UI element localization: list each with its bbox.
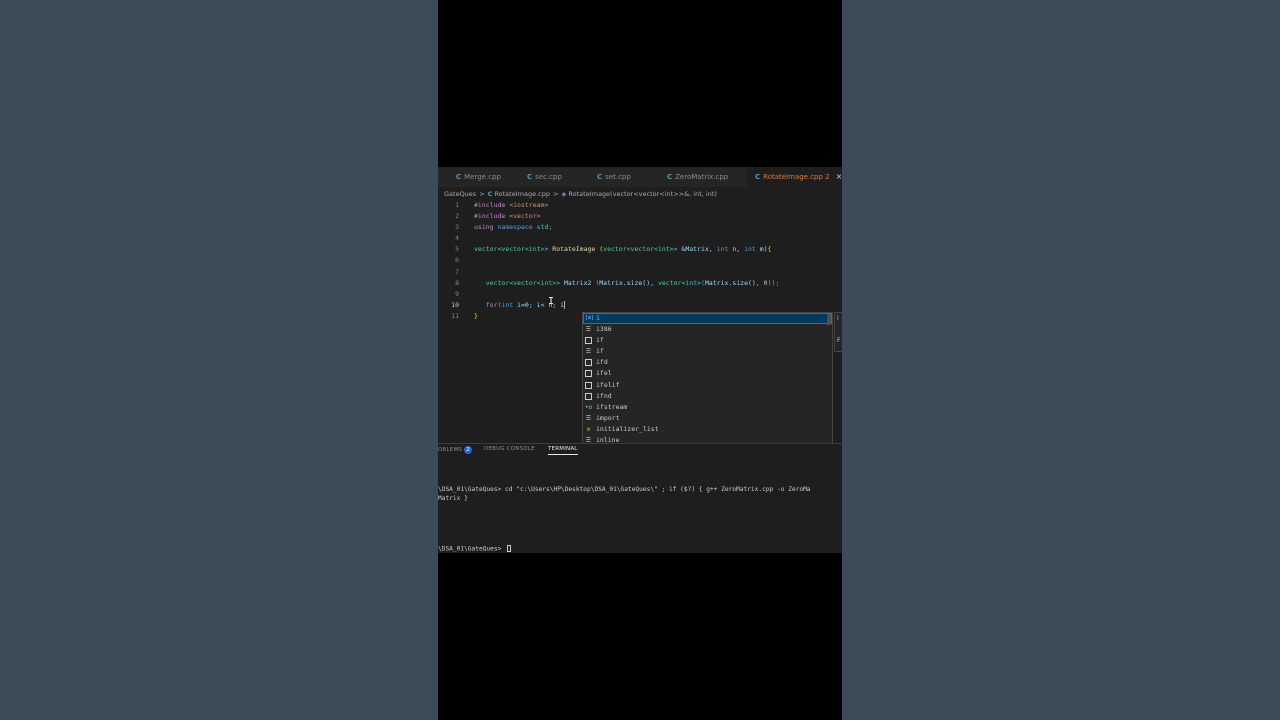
suggestion-item[interactable]: if	[583, 335, 832, 346]
suggestion-item[interactable]: ifd	[583, 357, 832, 368]
suggestion-item[interactable]: ⚙ initializer_list	[583, 424, 832, 435]
module-icon: •o	[585, 403, 593, 411]
chevron-right-icon: >	[552, 190, 559, 198]
code-line: 2 #include <vector>	[455, 212, 541, 221]
vscode-editor: C Merge.cpp Csec.cpp Cset.cpp C ZeroMatrix…	[438, 167, 842, 553]
cpp-file-icon: C	[597, 173, 603, 181]
cpp-file-icon: C	[667, 173, 673, 181]
suggestion-item[interactable]: ☰ import	[583, 413, 832, 424]
autocomplete-widget: [ø] i ☰ i386 if ☰ if ifd ifel ifelif ifnd •…	[582, 312, 833, 445]
bottom-panel: OBLEMS 2 DEBUG CONSOLE TERMINAL \DSA_01\G…	[438, 443, 842, 553]
panel-tabs: OBLEMS 2 DEBUG CONSOLE TERMINAL	[438, 444, 842, 458]
suggestion-details-panel: i F	[834, 312, 842, 352]
text-cursor	[564, 300, 566, 309]
tab-merge-cpp[interactable]: C Merge.cpp	[456, 167, 501, 187]
breadcrumb-file[interactable]: RotateImage.cpp	[494, 190, 550, 198]
cpp-file-icon: C	[527, 173, 533, 181]
variable-icon: [ø]	[585, 315, 595, 321]
class-icon: ⚙	[586, 425, 591, 433]
details-glyph: i	[837, 315, 839, 322]
suggestion-item[interactable]: ifel	[583, 368, 832, 379]
code-area[interactable]: 1 #include <iostream> 2 #include <vector> …	[438, 200, 842, 322]
snippet-icon	[585, 359, 592, 367]
video-frame: C Merge.cpp Csec.cpp Cset.cpp C ZeroMatrix…	[438, 0, 842, 720]
close-icon[interactable]: ×	[836, 172, 842, 181]
code-line: 4	[455, 234, 459, 243]
suggestion-item[interactable]: ☰ if	[583, 346, 832, 357]
tab-debug-console[interactable]: DEBUG CONSOLE	[484, 446, 535, 452]
tab-problems[interactable]: OBLEMS 2	[438, 446, 473, 454]
code-line: 3 using namespace std;	[455, 223, 553, 232]
details-glyph: F	[837, 337, 841, 344]
keyword-icon: ☰	[585, 414, 592, 422]
code-line: 8 vector<vector<int>> Matrix2 (Matrix.si…	[455, 278, 780, 287]
method-cube-icon: ◈	[561, 190, 567, 198]
tab-zeromatrix-cpp[interactable]: C ZeroMatrix.cpp	[667, 167, 728, 187]
snippet-icon	[585, 381, 592, 389]
breadcrumb-symbol[interactable]: RotateImage(vector<vector<int>>&, int, i…	[568, 190, 716, 198]
tab-sec-cpp[interactable]: Csec.cpp	[527, 167, 562, 187]
keyword-icon: ☰	[585, 326, 592, 334]
code-line: 1 #include <iostream>	[455, 201, 549, 209]
chevron-right-icon: >	[479, 190, 485, 198]
suggestion-item[interactable]: •o ifstream	[583, 402, 832, 413]
tab-set-cpp[interactable]: Cset.cpp	[597, 167, 631, 187]
breadcrumb-folder[interactable]: GateQues	[444, 190, 476, 198]
tab-rotateimage-cpp[interactable]: C RotateImage.cpp 2 ×	[747, 167, 842, 187]
snippet-icon	[585, 370, 592, 378]
terminal-line: Matrix }	[438, 495, 468, 502]
suggestion-item-selected[interactable]: [ø] i	[583, 313, 832, 325]
snippet-icon	[585, 337, 592, 345]
code-line-current: 10 for(int i=0; i< n; i	[451, 300, 566, 309]
terminal-cursor	[507, 545, 512, 552]
suggestion-item[interactable]: ifelif	[583, 380, 832, 391]
code-line: 7	[455, 267, 459, 276]
suggestion-item[interactable]: ifnd	[583, 391, 832, 402]
code-line: 9	[455, 289, 459, 298]
editor-tab-bar: C Merge.cpp Csec.cpp Cset.cpp C ZeroMatrix…	[438, 167, 842, 187]
cpp-file-icon: C	[755, 173, 761, 181]
code-line: 5 vector<vector<int>> RotateImage (vector…	[455, 245, 772, 254]
breadcrumb: GateQues > C RotateImage.cpp > ◈ RotateImage(v…	[444, 188, 717, 200]
snippet-icon	[585, 392, 592, 400]
terminal-prompt[interactable]: \DSA_01\GateQues>	[438, 545, 512, 553]
tab-terminal[interactable]: TERMINAL	[548, 446, 578, 455]
keyword-icon: ☰	[585, 348, 592, 356]
cpp-file-icon: C	[487, 190, 493, 198]
terminal-line: \DSA_01\GateQues> cd "c:\Users\HP\Deskto…	[438, 486, 811, 493]
suggestion-item[interactable]: ☰ i386	[583, 324, 832, 335]
suggestion-scrollbar[interactable]	[827, 314, 831, 325]
code-line: 6	[455, 256, 459, 265]
cpp-file-icon: C	[456, 173, 462, 181]
mouse-ibeam-icon: I	[548, 296, 555, 307]
problems-count-badge: 2	[464, 446, 473, 454]
